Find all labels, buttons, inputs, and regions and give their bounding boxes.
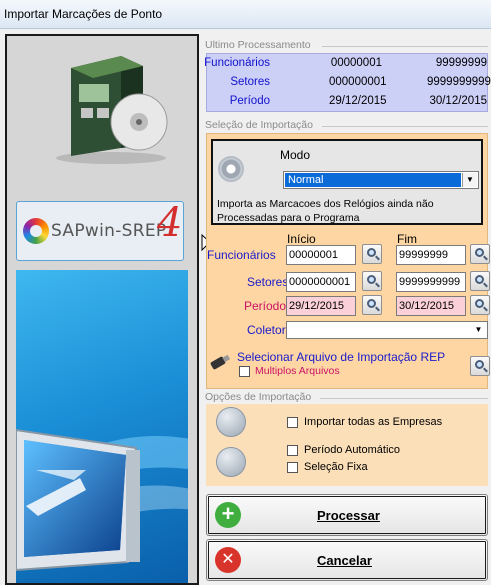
sapwin-logo: SAPwin-SREP 4: [16, 200, 184, 261]
sectors-from-lookup-button[interactable]: [362, 271, 382, 291]
brand-version: 4: [157, 200, 183, 246]
mode-group: Modo Normal ▼ Importa as Marcacoes dos R…: [211, 139, 483, 225]
last-processing-panel: Funcionários 00000001 99999999 Setores 0…: [204, 53, 491, 114]
period-to-calendar-button[interactable]: [470, 295, 490, 315]
period-from-calendar-button[interactable]: [362, 295, 382, 315]
process-button[interactable]: + Processar: [206, 494, 488, 536]
row-label: Período: [229, 95, 270, 107]
row-to: 9999999999: [427, 76, 491, 88]
search-icon: [367, 275, 376, 284]
brand-name: SAPwin-SREP: [51, 221, 167, 241]
monitor-illustration: [16, 270, 188, 583]
search-icon: [475, 275, 484, 284]
search-icon: [475, 248, 484, 257]
last-processing-row: Funcionários 00000001 99999999: [204, 57, 489, 76]
sapwin-logo-icon: [23, 218, 49, 244]
employees-to-lookup-button[interactable]: [470, 244, 490, 264]
import-selection-panel: Modo Normal ▼ Importa as Marcacoes dos R…: [206, 133, 490, 389]
chevron-down-icon[interactable]: ▼: [471, 323, 486, 337]
tools-icon: [216, 447, 246, 477]
collector-select[interactable]: ▼: [286, 321, 488, 339]
collector-label: Coletor: [247, 323, 286, 337]
home-icon: [216, 407, 246, 437]
multiple-files-label: Multiplos Arquivos: [255, 365, 340, 377]
period-label: Período: [244, 299, 287, 313]
row-label: Setores: [230, 76, 270, 88]
import-selection-title: Seleção de Importação: [205, 119, 313, 131]
gear-icon: [218, 156, 244, 182]
employees-from-lookup-button[interactable]: [362, 244, 382, 264]
multiple-files-checkbox[interactable]: [239, 366, 250, 377]
mode-label: Modo: [280, 148, 311, 162]
import-options-panel: Importar todas as Empresas Período Autom…: [206, 404, 488, 486]
product-box-image: [56, 56, 168, 164]
search-icon: [475, 360, 484, 369]
end-column-header: Fim: [397, 232, 417, 246]
close-icon: ✕: [215, 547, 241, 573]
fixed-selection-checkbox[interactable]: [287, 462, 298, 473]
select-file-label[interactable]: Selecionar Arquivo de Importação REP: [237, 350, 445, 364]
search-icon: [367, 248, 376, 257]
row-from: 29/12/2015: [329, 95, 387, 107]
sectors-from-input[interactable]: 0000000001: [286, 272, 356, 292]
fixed-selection-label: Seleção Fixa: [304, 461, 368, 473]
process-button-label: Processar: [317, 508, 380, 523]
auto-period-checkbox[interactable]: [287, 445, 298, 456]
window-title: Importar Marcações de Ponto: [0, 0, 491, 29]
sectors-to-input[interactable]: 9999999999: [396, 272, 466, 292]
row-to: 30/12/2015: [429, 95, 487, 107]
employees-to-input[interactable]: 99999999: [396, 245, 466, 265]
auto-period-label: Período Automático: [304, 444, 401, 456]
sectors-label: Setores: [247, 275, 289, 289]
monitor-icon: [16, 428, 188, 572]
employees-label: Funcionários: [207, 248, 276, 262]
mode-selected-value: Normal: [285, 173, 461, 187]
cancel-button-label: Cancelar: [317, 553, 372, 568]
plus-icon: +: [215, 502, 241, 528]
chevron-down-icon[interactable]: ▼: [462, 173, 477, 187]
start-column-header: Início: [287, 232, 316, 246]
divider: [322, 126, 488, 127]
search-icon: [475, 299, 484, 308]
period-to-input[interactable]: 30/12/2015: [396, 296, 466, 316]
period-from-input[interactable]: 29/12/2015: [286, 296, 356, 316]
last-processing-title: Ultimo Processamento: [205, 39, 311, 51]
row-to: 99999999: [435, 57, 487, 69]
usb-drive-icon: [210, 354, 231, 370]
row-label: Funcionários: [204, 57, 270, 69]
row-from: 00000001: [330, 57, 382, 69]
brand-panel: SAPwin-SREP 4: [5, 34, 199, 585]
last-processing-row: Período 29/12/2015 30/12/2015: [207, 95, 489, 114]
divider: [320, 398, 488, 399]
search-icon: [367, 299, 376, 308]
row-from: 000000001: [329, 76, 387, 88]
last-processing-row: Setores 000000001 9999999999: [207, 76, 491, 95]
mode-select[interactable]: Normal ▼: [283, 171, 479, 189]
cancel-button[interactable]: ✕ Cancelar: [206, 539, 488, 581]
all-companies-label: Importar todas as Empresas: [304, 416, 443, 428]
import-options-title: Opções de Importação: [205, 391, 312, 403]
employees-from-input[interactable]: 00000001: [286, 245, 356, 265]
divider: [322, 46, 488, 47]
all-companies-checkbox[interactable]: [287, 417, 298, 428]
select-file-button[interactable]: [470, 356, 490, 376]
sectors-to-lookup-button[interactable]: [470, 271, 490, 291]
mode-description: Importa as Marcacoes dos Relógios ainda …: [217, 198, 434, 224]
